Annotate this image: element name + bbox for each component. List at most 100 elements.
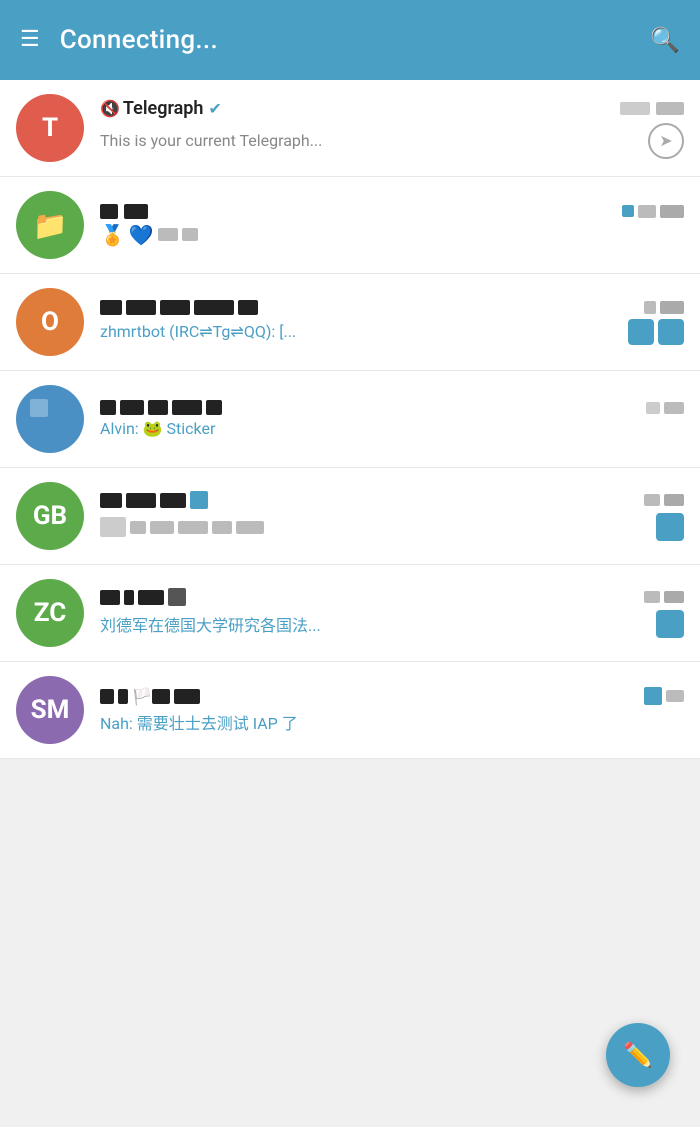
name-blur2 (126, 493, 156, 508)
time-blur2 (660, 205, 684, 218)
chat-name-telegraph: Telegraph (123, 98, 204, 119)
avatar-6: ZC (16, 579, 84, 647)
avatar-4 (16, 385, 84, 453)
time-blur2 (660, 301, 684, 314)
verified-icon: ✔ (208, 99, 221, 118)
name-blur4 (194, 300, 234, 315)
chat-item-7[interactable]: SM 🏳️ Nah: 需要壮士 (0, 662, 700, 759)
time-area-5 (644, 494, 684, 506)
header: ☰ Connecting... 🔍 (0, 0, 700, 80)
msg-blur3 (178, 521, 208, 534)
badge-area-3 (628, 319, 684, 345)
chat-name-area-7: 🏳️ (100, 687, 644, 706)
chat-top-row: 🔇 Telegraph ✔ (100, 98, 684, 119)
message-text-telegraph: This is your current Telegraph... (100, 131, 640, 150)
chat-content-7: 🏳️ Nah: 需要壮士去测试 IAP 了 (100, 687, 684, 734)
chat-name-area: 🔇 Telegraph ✔ (100, 98, 620, 119)
time-area (620, 102, 684, 115)
flag-emoji: 🏳️ (132, 687, 152, 706)
badge-icon-3b (658, 319, 684, 345)
avatar-letter-5: GB (33, 501, 67, 531)
name-square (190, 491, 208, 509)
name-blur2 (126, 300, 156, 315)
avatar-3: O (16, 288, 84, 356)
message-row-2: 🏅 💙 (100, 223, 684, 247)
message-row-5 (100, 513, 684, 541)
name-blur1 (100, 204, 118, 219)
chat-item-5[interactable]: GB (0, 468, 700, 565)
name-blur3 (138, 590, 164, 605)
chat-content-2: 🏅 💙 (100, 204, 684, 247)
badge-icon-6 (656, 610, 684, 638)
name-blur1 (100, 689, 114, 704)
compose-fab[interactable]: ✏️ (606, 1023, 670, 1087)
msg-icon1 (100, 517, 126, 537)
time-badge-area-2 (622, 205, 684, 218)
name-rect (168, 588, 186, 606)
time-blur (646, 402, 660, 414)
name-blur3 (160, 493, 186, 508)
chat-top-row-5 (100, 491, 684, 509)
chat-name-area-4 (100, 400, 646, 415)
message-row-4: Alvin: 🐸 Sticker (100, 419, 684, 438)
time-blur (620, 102, 650, 115)
chat-item-telegraph[interactable]: T 🔇 Telegraph ✔ This is your current Tel… (0, 80, 700, 177)
msg-blur2 (182, 228, 198, 241)
forward-icon: ➤ (648, 123, 684, 159)
msg-blur5 (236, 521, 264, 534)
chat-name-area-6 (100, 588, 644, 606)
msg-blur1 (130, 521, 146, 534)
time-blur (666, 690, 684, 702)
message-text-4: Alvin: 🐸 Sticker (100, 419, 684, 438)
name-blur2 (118, 689, 128, 704)
message-row-3: zhmrtbot (IRC⇌Tg⇌QQ): [... (100, 319, 684, 345)
avatar-5: GB (16, 482, 84, 550)
name-blur1 (100, 300, 122, 315)
chat-item-3[interactable]: O (0, 274, 700, 371)
unread-dot (622, 205, 634, 217)
chat-top-row-4 (100, 400, 684, 415)
time-area-7 (644, 687, 684, 705)
chat-top-row-6 (100, 588, 684, 606)
name-blur3 (148, 400, 168, 415)
msg-blur2 (150, 521, 174, 534)
time-blur2 (664, 591, 684, 603)
message-icons: 🏅 💙 (100, 223, 198, 247)
chat-item-4[interactable]: Alvin: 🐸 Sticker (0, 371, 700, 468)
chat-item-6[interactable]: ZC 刘德军在德国大学研究各国法... (0, 565, 700, 662)
chat-item-2[interactable]: 📁 🏅 💙 (0, 177, 700, 274)
search-icon[interactable]: 🔍 (650, 26, 680, 54)
chat-content-3: zhmrtbot (IRC⇌Tg⇌QQ): [... (100, 300, 684, 345)
name-blur1 (100, 400, 116, 415)
mute-icon: 🔇 (100, 99, 120, 118)
avatar-letter: T (42, 113, 58, 143)
msg-blur (158, 228, 178, 241)
time-area-4 (646, 402, 684, 414)
name-blur5 (206, 400, 222, 415)
message-row-6: 刘德军在德国大学研究各国法... (100, 610, 684, 638)
header-title: Connecting... (60, 25, 650, 55)
chat-content-4: Alvin: 🐸 Sticker (100, 400, 684, 438)
chat-content-telegraph: 🔇 Telegraph ✔ This is your current Teleg… (100, 98, 684, 159)
msg-blur4 (212, 521, 232, 534)
avatar-2: 📁 (16, 191, 84, 259)
message-text-6: 刘德军在德国大学研究各国法... (100, 612, 650, 636)
menu-icon[interactable]: ☰ (20, 29, 40, 51)
message-row-7: Nah: 需要壮士去测试 IAP 了 (100, 710, 684, 734)
chat-list: T 🔇 Telegraph ✔ This is your current Tel… (0, 80, 700, 759)
avatar-telegraph: T (16, 94, 84, 162)
time-blur (644, 494, 660, 506)
compose-icon: ✏️ (623, 1041, 653, 1069)
time-blur2 (664, 494, 684, 506)
chat-content-6: 刘德军在德国大学研究各国法... (100, 588, 684, 638)
medal-emoji: 🏅 (100, 223, 125, 247)
chat-name-area-5 (100, 491, 644, 509)
time-blur (644, 301, 656, 314)
time-blur2 (656, 102, 684, 115)
chat-top-row-3 (100, 300, 684, 315)
name-blur4 (174, 689, 200, 704)
badge-icon-3 (628, 319, 654, 345)
name-blur3 (160, 300, 190, 315)
unread-square (644, 687, 662, 705)
blue-heart-emoji: 💙 (129, 223, 154, 247)
